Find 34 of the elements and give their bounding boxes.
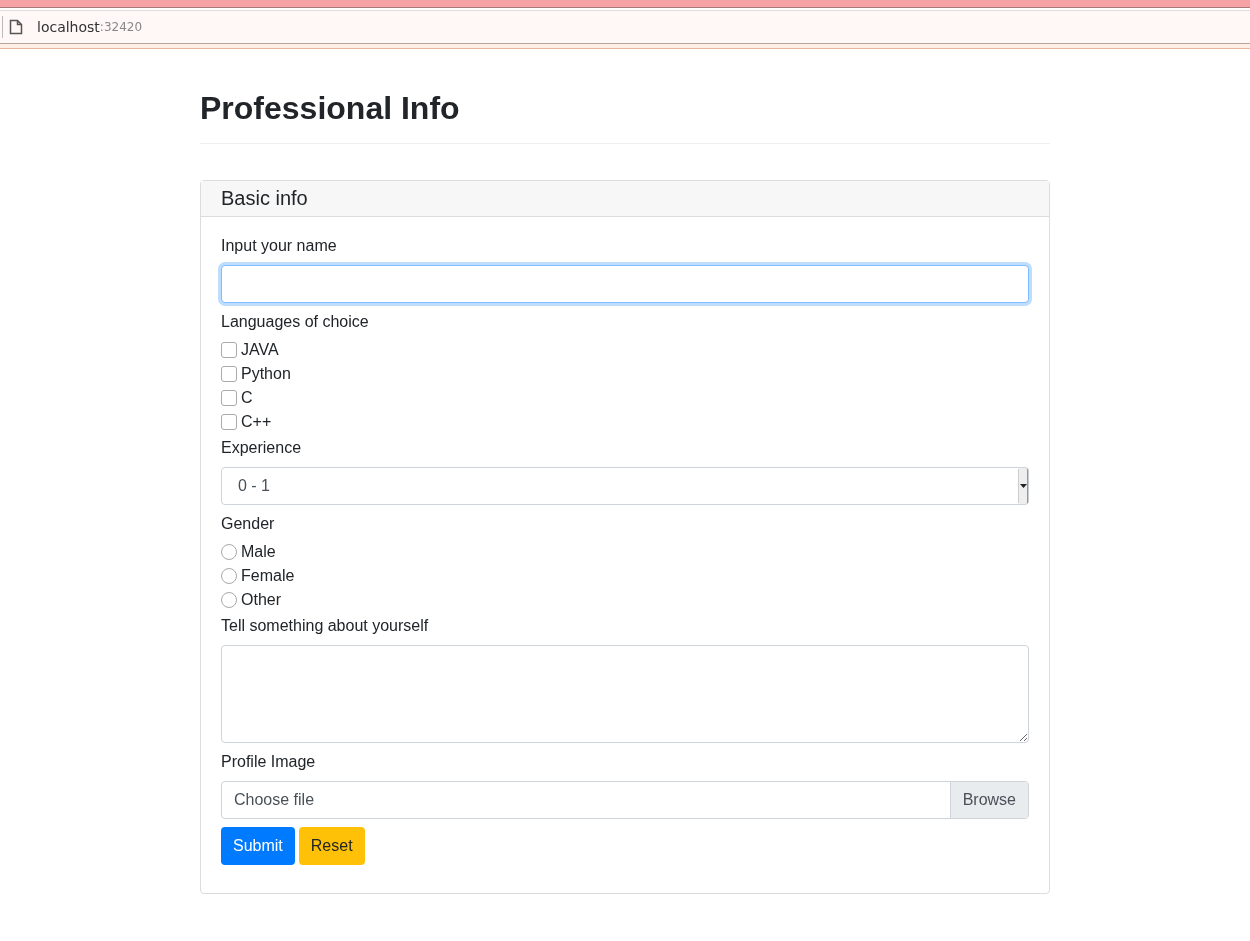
page-title: Professional Info <box>200 89 1050 145</box>
radio-option[interactable]: Female <box>221 567 1029 586</box>
address-bar[interactable]: localhost:32420 <box>0 10 1250 44</box>
name-input[interactable] <box>221 265 1029 304</box>
page-icon <box>9 19 23 35</box>
card-header: Basic info <box>201 181 1049 218</box>
radio-button[interactable] <box>221 568 237 585</box>
url-port: :32420 <box>99 20 143 34</box>
radio-option[interactable]: Other <box>221 591 1029 610</box>
radio-button[interactable] <box>221 544 237 561</box>
checkbox[interactable] <box>221 414 237 431</box>
field-label: Experience <box>221 439 303 458</box>
checkbox[interactable] <box>221 342 237 359</box>
submit-button[interactable]: Submit <box>221 827 295 866</box>
field-label: Gender <box>221 515 276 534</box>
checkbox-option[interactable]: JAVA <box>221 341 1029 360</box>
caret-icon <box>1019 484 1027 489</box>
checkbox-option[interactable]: C++ <box>221 413 1029 432</box>
field-label: Profile Image <box>221 753 317 772</box>
about-textarea[interactable] <box>221 645 1029 744</box>
checkbox[interactable] <box>221 366 237 383</box>
browse-button[interactable]: Browse <box>949 782 1028 819</box>
checkbox-option[interactable]: C <box>221 389 1029 408</box>
reset-button[interactable]: Reset <box>298 827 365 866</box>
file-input[interactable]: Choose file Browse <box>221 781 1029 820</box>
checkbox[interactable] <box>221 390 237 407</box>
radio-option[interactable]: Male <box>221 543 1029 562</box>
field-label: Input your name <box>221 237 338 256</box>
experience-select[interactable]: 0 - 1 <box>221 467 1029 506</box>
field-label: Tell something about yourself <box>221 617 430 636</box>
url-host: localhost <box>37 19 100 35</box>
radio-button[interactable] <box>221 592 237 609</box>
field-label: Languages of choice <box>221 313 370 332</box>
checkbox-option[interactable]: Python <box>221 365 1029 384</box>
